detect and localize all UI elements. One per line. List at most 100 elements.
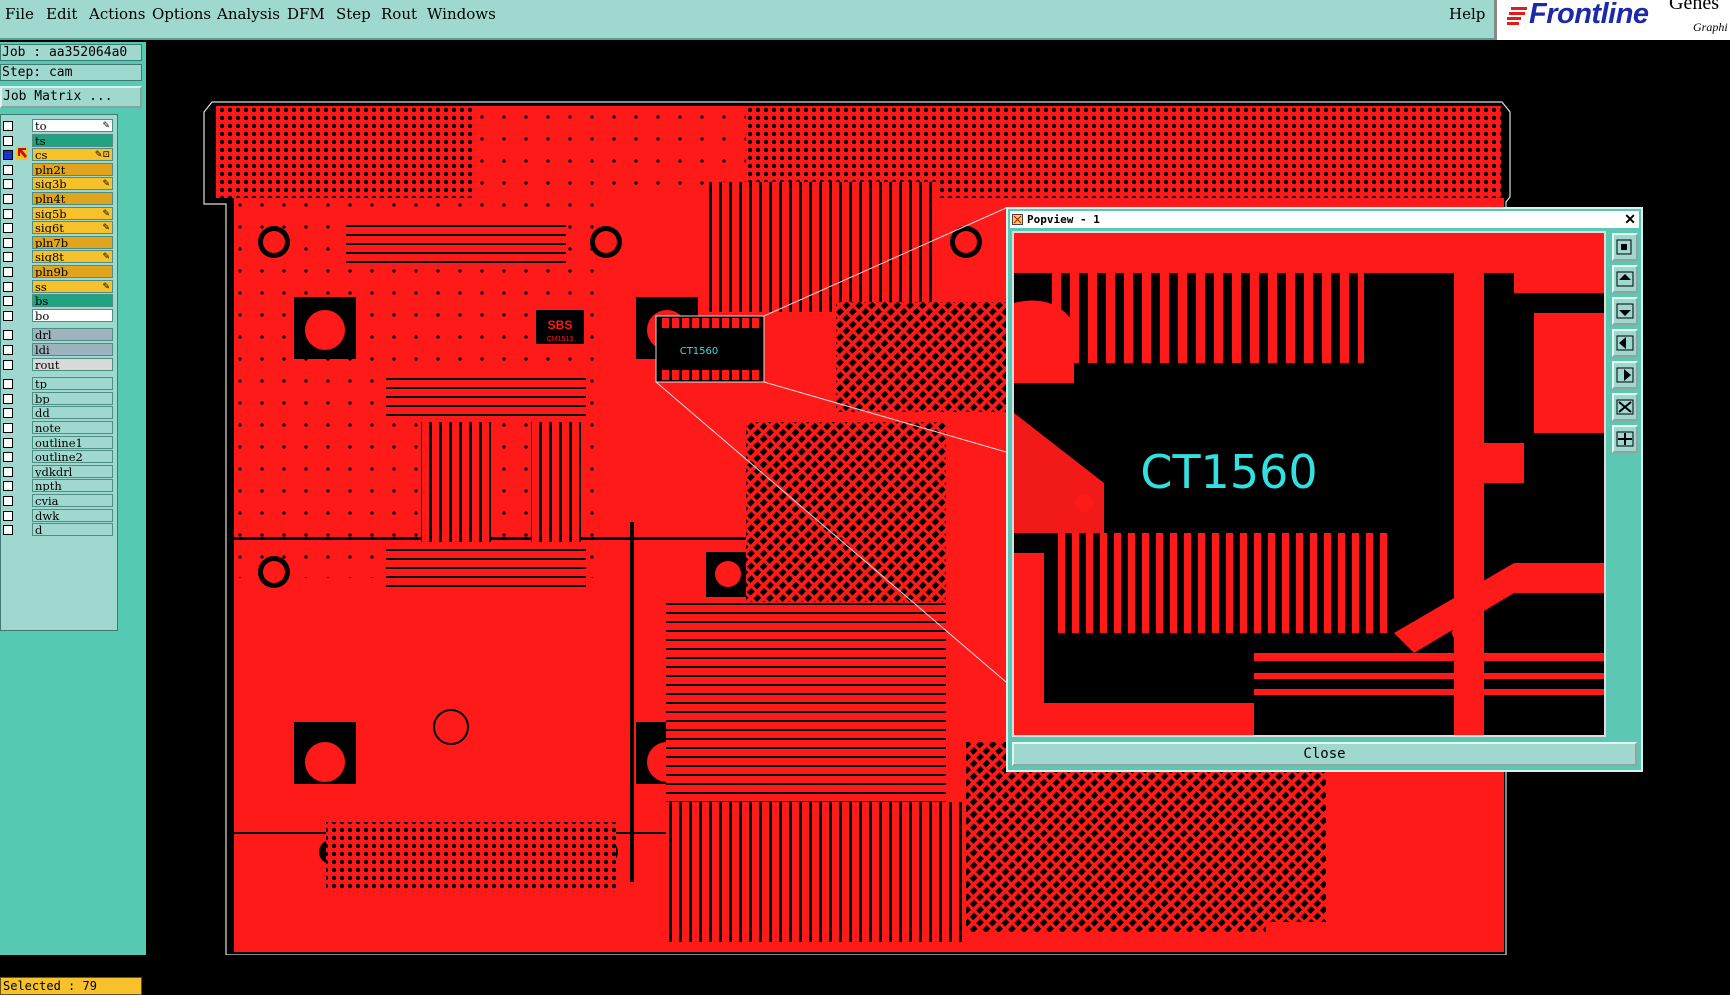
zoom-out-button[interactable] [1612,425,1638,453]
menu-dfm[interactable]: DFM [287,5,325,23]
job-matrix-button[interactable]: Job Matrix ... [0,86,142,108]
layer-checkbox[interactable] [3,345,13,355]
close-icon[interactable]: ✕ [1624,211,1636,228]
layer-checkbox[interactable] [3,408,13,419]
layer-checkbox[interactable] [3,252,13,263]
menu-rout[interactable]: Rout [381,5,417,23]
layer-row[interactable]: dd [1,405,117,420]
layer-name[interactable]: rout [32,357,113,371]
layer-name[interactable]: to ✎ [32,119,113,132]
pan-right-button[interactable] [1612,361,1638,389]
window-menu-icon[interactable] [1012,214,1023,225]
popview-titlebar[interactable]: Popview - 1 ✕ [1010,211,1639,228]
layer-row[interactable]: d [1,522,117,537]
layer-name[interactable]: sig8t ✎ [32,250,113,264]
layer-name[interactable]: ts [32,133,113,147]
menu-windows[interactable]: Windows [427,5,496,23]
layer-row[interactable]: pln2t [1,162,117,177]
layer-name[interactable]: ydkdrl [32,464,113,478]
pan-up-button[interactable] [1612,265,1638,293]
layer-name[interactable]: npth [32,479,113,493]
layer-row[interactable]: bs [1,293,117,308]
layer-checkbox[interactable] [3,466,13,477]
close-button[interactable]: Close [1012,742,1637,766]
layer-row[interactable]: cvia [1,493,117,508]
layer-row[interactable]: rout [1,357,117,372]
layer-name[interactable]: outline2 [32,450,113,464]
layer-checkbox[interactable] [3,393,13,404]
layer-row[interactable]: pln4t [1,191,117,206]
layer-checkbox[interactable] [3,496,13,506]
layer-row[interactable]: sig8t ✎ [1,249,117,264]
layer-name[interactable]: pln4t [32,192,113,205]
zoom-in-button[interactable] [1612,393,1638,421]
layer-name[interactable]: drl [32,328,113,342]
menu-help[interactable]: Help [1449,5,1485,23]
layer-name[interactable]: bo [32,308,113,322]
layer-name[interactable]: cs ✎⊡ [32,148,113,162]
menu-actions[interactable]: Actions [89,5,145,23]
layer-row[interactable]: dwk [1,508,117,523]
layer-row[interactable]: sig5b ✎ [1,206,117,221]
layer-checkbox[interactable] [3,423,13,433]
menu-step[interactable]: Step [336,5,371,23]
layer-name[interactable]: ss ✎ [32,279,113,293]
layer-name[interactable]: note [32,421,113,434]
layer-name[interactable]: sig3b ✎ [32,177,113,191]
layer-checkbox[interactable] [3,525,13,536]
layer-name[interactable]: outline1 [32,435,113,449]
popview-canvas[interactable]: CT1560 [1012,231,1606,737]
menu-analysis[interactable]: Analysis [217,5,280,23]
layer-checkbox[interactable] [3,237,13,248]
layer-checkbox[interactable] [3,296,13,307]
menu-edit[interactable]: Edit [46,5,77,23]
layer-checkbox[interactable] [3,281,13,292]
layer-row[interactable]: sig3b ✎ [1,176,117,191]
layer-checkbox[interactable] [3,359,13,370]
layer-checkbox[interactable] [3,330,13,341]
layer-row[interactable]: pln9b [1,264,117,279]
pan-down-button[interactable] [1612,297,1638,325]
layer-checkbox[interactable] [3,179,13,190]
layer-row[interactable]: bo [1,308,117,323]
layer-checkbox[interactable] [3,223,13,234]
layer-row[interactable]: outline2 [1,449,117,464]
menu-file[interactable]: File [5,5,34,23]
layer-row[interactable]: cs ✎⊡ [1,147,117,162]
layer-checkbox[interactable] [3,452,13,463]
layer-checkbox[interactable] [3,267,13,277]
layer-name[interactable]: dwk [32,508,113,522]
layer-checkbox[interactable] [3,379,13,390]
menu-options[interactable]: Options [152,5,211,23]
layer-row[interactable]: outline1 [1,435,117,450]
layer-name[interactable]: dd [32,406,113,420]
layer-row[interactable]: bp [1,391,117,406]
layer-checkbox[interactable] [3,481,13,492]
layer-name[interactable]: cvia [32,494,113,507]
pan-left-button[interactable] [1612,329,1638,357]
layer-checkbox[interactable] [3,510,13,521]
layer-name[interactable]: pln2t [32,162,113,176]
layer-checkbox[interactable] [3,135,13,146]
layer-name[interactable]: tp [32,377,113,391]
layer-row[interactable]: ydkdrl [1,464,117,479]
layer-name[interactable]: pln9b [32,265,113,278]
layer-name[interactable]: sig5b ✎ [32,206,113,220]
layer-row[interactable]: note [1,420,117,435]
layer-checkbox[interactable] [3,164,13,175]
layer-row[interactable]: npth [1,478,117,493]
layer-checkbox[interactable] [3,121,13,131]
layer-checkbox[interactable] [3,150,13,161]
layer-checkbox[interactable] [3,310,13,321]
layer-row[interactable]: ts [1,133,117,148]
layer-row[interactable]: to ✎ [1,118,117,133]
layer-name[interactable]: bp [32,391,113,405]
layer-checkbox[interactable] [3,437,13,448]
layer-row[interactable]: drl [1,327,117,342]
zoom-fit-button[interactable] [1612,233,1638,261]
layer-row[interactable]: sig6t ✎ [1,220,117,235]
layer-name[interactable]: sig6t ✎ [32,221,113,235]
layer-row[interactable]: ldi [1,342,117,357]
layer-name[interactable]: pln7b [32,235,113,249]
layer-checkbox[interactable] [3,208,13,219]
